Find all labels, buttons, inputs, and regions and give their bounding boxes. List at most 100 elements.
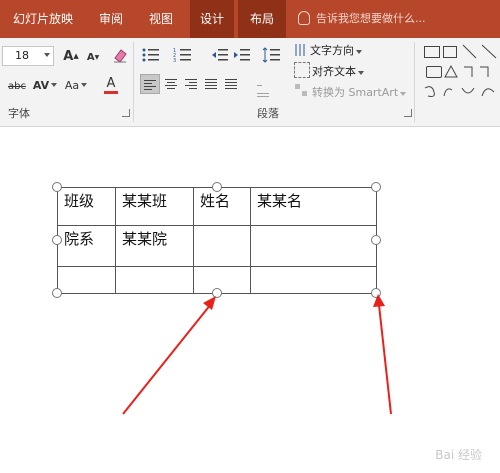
resize-handle-right[interactable] xyxy=(371,235,381,245)
tell-me-box[interactable]: 告诉我您想要做什么... xyxy=(298,0,426,38)
triangle-shape-icons[interactable] xyxy=(444,64,498,80)
font-color-button[interactable]: A xyxy=(98,74,124,96)
strikethrough-button[interactable]: abc xyxy=(6,78,28,94)
align-right-icon xyxy=(182,74,200,94)
ribbon-tab-bar: 幻灯片放映 审阅 视图 设计 布局 告诉我您想要做什么... xyxy=(0,0,500,38)
text-direction-button[interactable]: 文字方向 xyxy=(310,42,362,58)
resize-handle-bottom[interactable] xyxy=(212,288,222,298)
font-size-select[interactable]: 18 xyxy=(2,46,54,66)
numbering-button[interactable]: 1 2 3 xyxy=(172,46,194,64)
clear-formatting-button[interactable] xyxy=(110,45,130,65)
table-cell[interactable] xyxy=(250,266,377,294)
arrow-line xyxy=(122,303,212,415)
table-cell[interactable]: 院系 xyxy=(57,225,116,267)
watermark: Bai 经验 xyxy=(435,448,482,462)
rectangle-shape-icon[interactable] xyxy=(426,66,442,78)
table-cell[interactable] xyxy=(57,266,116,294)
text-direction-label: 文字方向 xyxy=(310,44,354,57)
table-cell[interactable]: 某某班 xyxy=(115,187,194,226)
lightbulb-icon xyxy=(298,11,310,25)
table-cell[interactable] xyxy=(115,266,194,294)
smartart-icon xyxy=(294,83,308,97)
numbered-list-icon: 1 2 3 xyxy=(173,48,191,63)
spacing-label: AV xyxy=(32,78,50,92)
table-cell[interactable] xyxy=(193,266,251,294)
resize-handle-left[interactable] xyxy=(52,235,62,245)
paragraph-group-label: 段落 xyxy=(257,107,279,120)
ribbon: 18 A ▲ A ▼ abc AV Aa A 字体 1 2 3 文字方向 对齐文… xyxy=(0,38,500,127)
resize-handle-top-right[interactable] xyxy=(371,182,381,192)
align-left-button[interactable] xyxy=(140,74,160,94)
justify-button[interactable] xyxy=(202,74,220,92)
align-text-icon xyxy=(294,62,310,78)
resize-handle-top-left[interactable] xyxy=(52,182,62,192)
columns-icon xyxy=(254,74,272,102)
table-cell[interactable] xyxy=(250,225,377,267)
align-right-button[interactable] xyxy=(182,74,200,92)
shrink-font-button[interactable]: A ▼ xyxy=(84,48,102,66)
chevron-down-icon xyxy=(51,83,58,87)
distributed-icon xyxy=(222,74,240,94)
columns-button[interactable] xyxy=(254,74,272,97)
distributed-button[interactable] xyxy=(222,74,240,92)
grow-font-icon: A xyxy=(63,48,74,64)
align-text-button[interactable]: 对齐文本 xyxy=(312,63,364,79)
resize-handle-bottom-right[interactable] xyxy=(371,288,381,298)
eraser-icon xyxy=(114,49,127,63)
svg-text:3: 3 xyxy=(173,58,176,63)
increase-indent-button[interactable] xyxy=(232,46,252,64)
align-center-button[interactable] xyxy=(162,74,180,92)
convert-smartart-button[interactable]: 转换为 SmartArt xyxy=(312,84,407,100)
shrink-font-icon: A xyxy=(86,51,95,63)
line-spacing-icon xyxy=(262,47,280,63)
tell-me-text: 告诉我您想要做什么... xyxy=(316,12,426,25)
chevron-down-icon xyxy=(44,53,50,57)
table-cell[interactable]: 姓名 xyxy=(193,187,251,226)
align-text-label: 对齐文本 xyxy=(312,65,356,78)
chevron-down-icon xyxy=(400,92,407,96)
character-spacing-button[interactable]: AV xyxy=(32,76,58,94)
table-cell[interactable]: 某某名 xyxy=(250,187,377,226)
justify-icon xyxy=(202,74,220,94)
smartart-label: 转换为 SmartArt xyxy=(312,86,399,99)
line-shape-icons[interactable] xyxy=(462,44,498,60)
font-size-value: 18 xyxy=(15,49,29,62)
arrow-line xyxy=(378,304,392,415)
group-divider xyxy=(133,42,134,122)
grow-font-button[interactable]: A ▲ xyxy=(62,46,80,66)
tab-layout[interactable]: 布局 xyxy=(238,0,286,38)
resize-handle-top[interactable] xyxy=(212,182,222,192)
curve-shape-icons[interactable] xyxy=(424,84,498,100)
table-cell[interactable] xyxy=(193,225,251,267)
align-left-icon xyxy=(141,75,159,95)
decrease-indent-icon xyxy=(212,49,228,61)
bullet-list-icon xyxy=(142,48,159,62)
table-cell[interactable]: 某某院 xyxy=(115,225,194,267)
case-label: Aa xyxy=(64,78,80,92)
chevron-down-icon xyxy=(356,50,362,54)
line-spacing-button[interactable] xyxy=(260,46,284,64)
chevron-down-icon xyxy=(81,83,88,87)
tab-view[interactable]: 视图 xyxy=(136,0,186,38)
slide-table[interactable]: 班级 某某班 姓名 某某名 院系 某某院 xyxy=(57,187,377,294)
tab-review[interactable]: 审阅 xyxy=(86,0,136,38)
font-color-icon: A xyxy=(106,75,116,91)
vertical-textbox-shape-icon[interactable] xyxy=(443,46,457,58)
text-direction-icon xyxy=(294,42,308,58)
tab-design[interactable]: 设计 xyxy=(190,0,234,38)
arrow-head-icon xyxy=(203,296,216,310)
group-divider xyxy=(414,42,415,122)
font-group-label: 字体 xyxy=(8,107,30,120)
textbox-shape-icon[interactable] xyxy=(424,46,440,58)
align-center-icon xyxy=(162,74,180,94)
bullets-button[interactable] xyxy=(140,46,162,64)
increase-indent-icon xyxy=(234,49,250,61)
paragraph-dialog-launcher-icon[interactable] xyxy=(404,109,412,117)
resize-handle-bottom-left[interactable] xyxy=(52,288,62,298)
change-case-button[interactable]: Aa xyxy=(62,76,90,94)
tab-slideshow[interactable]: 幻灯片放映 xyxy=(0,0,86,38)
table-cell[interactable]: 班级 xyxy=(57,187,116,226)
chevron-down-icon xyxy=(358,71,364,75)
decrease-indent-button[interactable] xyxy=(210,46,230,64)
font-dialog-launcher-icon[interactable] xyxy=(122,109,130,117)
